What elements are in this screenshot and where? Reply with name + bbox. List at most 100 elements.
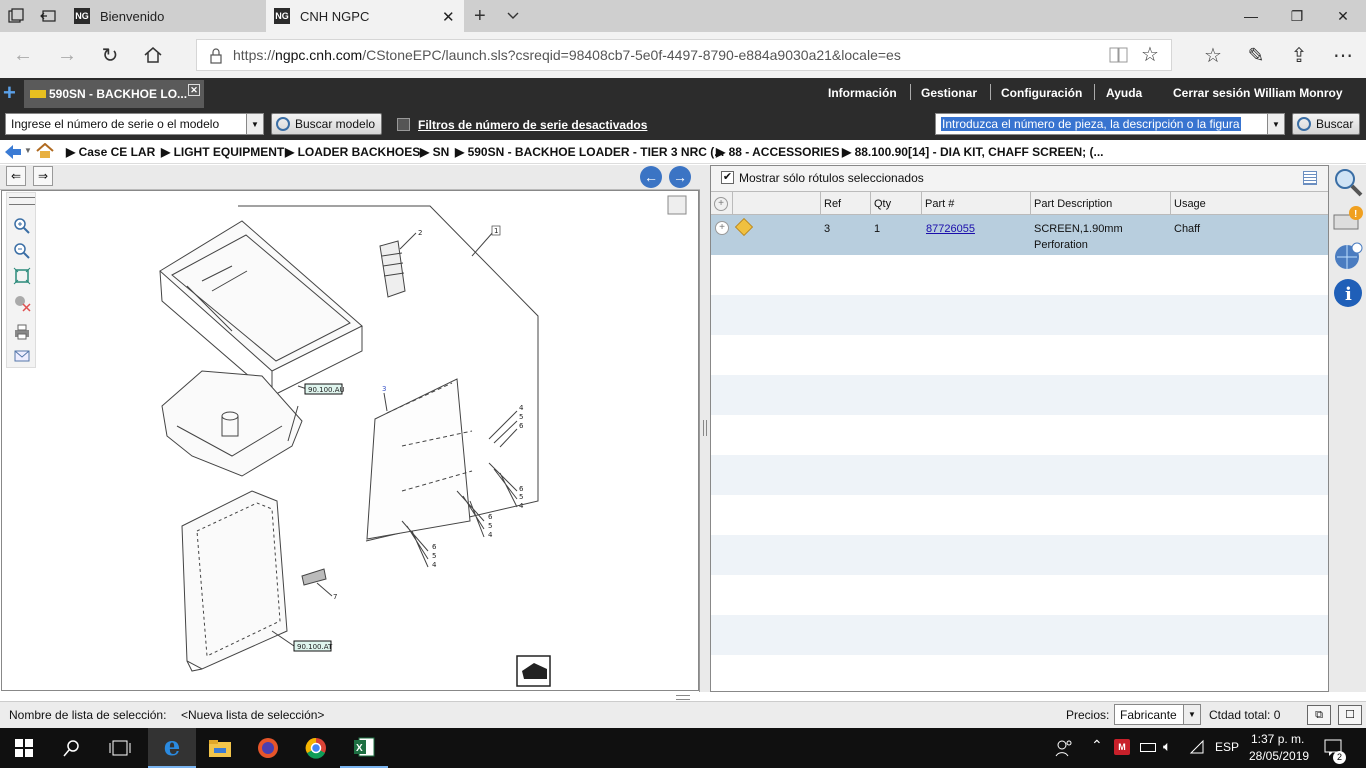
breadcrumb-item[interactable]: ▶ SN	[420, 145, 449, 159]
search-button[interactable]: Buscar	[1292, 113, 1361, 135]
language-indicator[interactable]: ESP	[1215, 740, 1239, 754]
home-icon[interactable]	[138, 40, 168, 70]
expand-all-icon[interactable]: +	[714, 196, 728, 211]
callout-2[interactable]: 2	[418, 229, 422, 237]
print-icon[interactable]	[13, 323, 31, 341]
chevron-down-icon[interactable]: ▼	[246, 114, 263, 134]
previous-page-icon[interactable]: ⇐	[6, 166, 26, 186]
col-header-ref[interactable]: Ref	[821, 192, 871, 215]
tab-cnh-ngpc[interactable]: NG CNH NGPC ✕	[266, 0, 464, 32]
callout-4[interactable]: 4	[519, 404, 524, 412]
file-explorer-icon[interactable]	[196, 728, 244, 768]
callout-6[interactable]: 6	[488, 513, 493, 521]
search-model-button[interactable]: Buscar modelo	[271, 113, 383, 135]
favorite-star-icon[interactable]: ☆	[1141, 42, 1159, 67]
next-figure-icon[interactable]: →	[669, 166, 691, 188]
windows-start-icon[interactable]	[0, 728, 48, 768]
list-view-icon[interactable]	[1303, 171, 1317, 185]
task-view-icon[interactable]	[96, 728, 144, 768]
more-menu-icon[interactable]: ⋯	[1328, 40, 1358, 70]
breadcrumb-item[interactable]: ▶ 590SN - BACKHOE LOADER - TIER 3 NRC (.…	[455, 145, 724, 159]
restore-view-icon[interactable]: ⧉	[1307, 705, 1331, 725]
next-page-icon[interactable]: ⇒	[33, 166, 53, 186]
prices-select[interactable]: Fabricante ▼	[1114, 704, 1201, 725]
set-aside-tabs-icon[interactable]	[40, 8, 56, 24]
col-header-usage[interactable]: Usage	[1171, 192, 1328, 215]
add-tab-icon[interactable]: +	[3, 80, 16, 106]
panel-splitter[interactable]	[700, 165, 710, 692]
zoom-out-icon[interactable]	[13, 242, 31, 260]
callout-5[interactable]: 5	[519, 413, 523, 421]
antivirus-icon[interactable]: M	[1114, 739, 1130, 755]
col-header-description[interactable]: Part Description	[1031, 192, 1171, 215]
chevron-down-icon[interactable]: ▼	[1267, 114, 1284, 134]
globe-info-icon[interactable]	[1333, 241, 1363, 271]
callout-7[interactable]: 7	[333, 593, 337, 601]
clock-time[interactable]: 1:37 p. m.	[1251, 732, 1304, 746]
close-app-tab-icon[interactable]: ✕	[188, 84, 200, 96]
clear-zoom-icon[interactable]	[13, 294, 31, 312]
menu-gestionar[interactable]: Gestionar	[921, 86, 977, 100]
close-tab-icon[interactable]: ✕	[442, 8, 455, 26]
share-icon[interactable]: ⇪	[1284, 40, 1314, 70]
previous-figure-icon[interactable]: ←	[640, 166, 662, 188]
callout-5[interactable]: 5	[519, 493, 523, 501]
minimize-icon[interactable]: —	[1228, 0, 1274, 32]
diagram-canvas[interactable]: 1 2 3 4 5 6 6 5 4 6 5 4 6 5 4 7 90.100.A…	[1, 190, 699, 691]
firefox-icon[interactable]	[244, 728, 292, 768]
back-icon[interactable]: ←	[8, 40, 38, 70]
breadcrumb-item[interactable]: ▶ Case CE LAR	[66, 145, 155, 159]
callout-4[interactable]: 4	[488, 531, 493, 539]
callout-1[interactable]: 1	[494, 227, 498, 235]
tab-list-chevron-icon[interactable]	[505, 7, 521, 26]
chevron-down-icon[interactable]: ▼	[1183, 705, 1200, 724]
maximize-view-icon[interactable]: ☐	[1338, 705, 1362, 725]
back-arrow-icon[interactable]	[4, 144, 22, 163]
app-tab-active[interactable]: 590SN - BACKHOE LO... ✕	[24, 80, 204, 108]
zoom-in-icon[interactable]	[13, 217, 31, 235]
favorites-hub-icon[interactable]: ☆	[1198, 40, 1228, 70]
search-icon[interactable]	[1333, 167, 1363, 197]
menu-informacion[interactable]: Información	[828, 86, 897, 100]
col-header-part[interactable]: Part #	[922, 192, 1031, 215]
callout-5[interactable]: 5	[488, 522, 492, 530]
chevron-down-icon[interactable]: ▼	[24, 146, 32, 155]
pen-notes-icon[interactable]: ✎	[1241, 40, 1271, 70]
reference-tag[interactable]: 90.100.AU	[308, 386, 345, 394]
breadcrumb-item[interactable]: ▶ 88.100.90[14] - DIA KIT, CHAFF SCREEN;…	[842, 145, 1104, 159]
battery-icon[interactable]	[1140, 743, 1156, 752]
grip-handle-icon[interactable]	[9, 197, 35, 205]
edge-app-icon[interactable]: e	[148, 728, 196, 768]
table-row[interactable]: + 3 1 87726055 SCREEN,1.90mm Perforation…	[711, 215, 1328, 255]
menu-configuracion[interactable]: Configuración	[1001, 86, 1082, 100]
callout-5[interactable]: 5	[432, 552, 436, 560]
part-search-input[interactable]: Introduzca el número de pieza, la descri…	[935, 113, 1285, 135]
reference-tag[interactable]: 90.100.AT	[297, 643, 333, 651]
wifi-icon[interactable]	[1189, 739, 1205, 758]
selection-list-value[interactable]: <Nueva lista de selección>	[181, 708, 324, 722]
volume-icon[interactable]: 🔈︎	[1163, 738, 1171, 755]
info-icon[interactable]: i	[1333, 278, 1363, 308]
callout-6[interactable]: 6	[519, 422, 524, 430]
close-window-icon[interactable]: ✕	[1320, 0, 1366, 32]
new-tab-icon[interactable]: +	[474, 5, 486, 28]
callout-4[interactable]: 4	[432, 561, 437, 569]
url-field[interactable]: https://ngpc.cnh.com/CStoneEPC/launch.sl…	[196, 39, 1172, 71]
expand-all-cell[interactable]: +	[711, 192, 733, 215]
tab-bienvenido[interactable]: NG Bienvenido	[64, 0, 266, 32]
callout-3[interactable]: 3	[382, 385, 386, 393]
bottom-resize-grip[interactable]	[676, 695, 690, 700]
breadcrumb-item[interactable]: ▶ LIGHT EQUIPMENT	[161, 145, 284, 159]
chrome-icon[interactable]	[292, 728, 340, 768]
breadcrumb-item[interactable]: ▶ 88 - ACCESSORIES	[716, 145, 839, 159]
clock-date[interactable]: 28/05/2019	[1249, 749, 1309, 763]
menu-ayuda[interactable]: Ayuda	[1106, 86, 1142, 100]
alert-tray-icon[interactable]: !	[1333, 205, 1363, 235]
tab-preview-icon[interactable]	[8, 8, 24, 24]
col-header-qty[interactable]: Qty	[871, 192, 922, 215]
callout-4[interactable]: 4	[519, 502, 524, 510]
excel-icon[interactable]: X	[340, 728, 388, 768]
callout-6[interactable]: 6	[432, 543, 437, 551]
restore-icon[interactable]: ❐	[1274, 0, 1320, 32]
part-number-link[interactable]: 87726055	[926, 221, 975, 237]
